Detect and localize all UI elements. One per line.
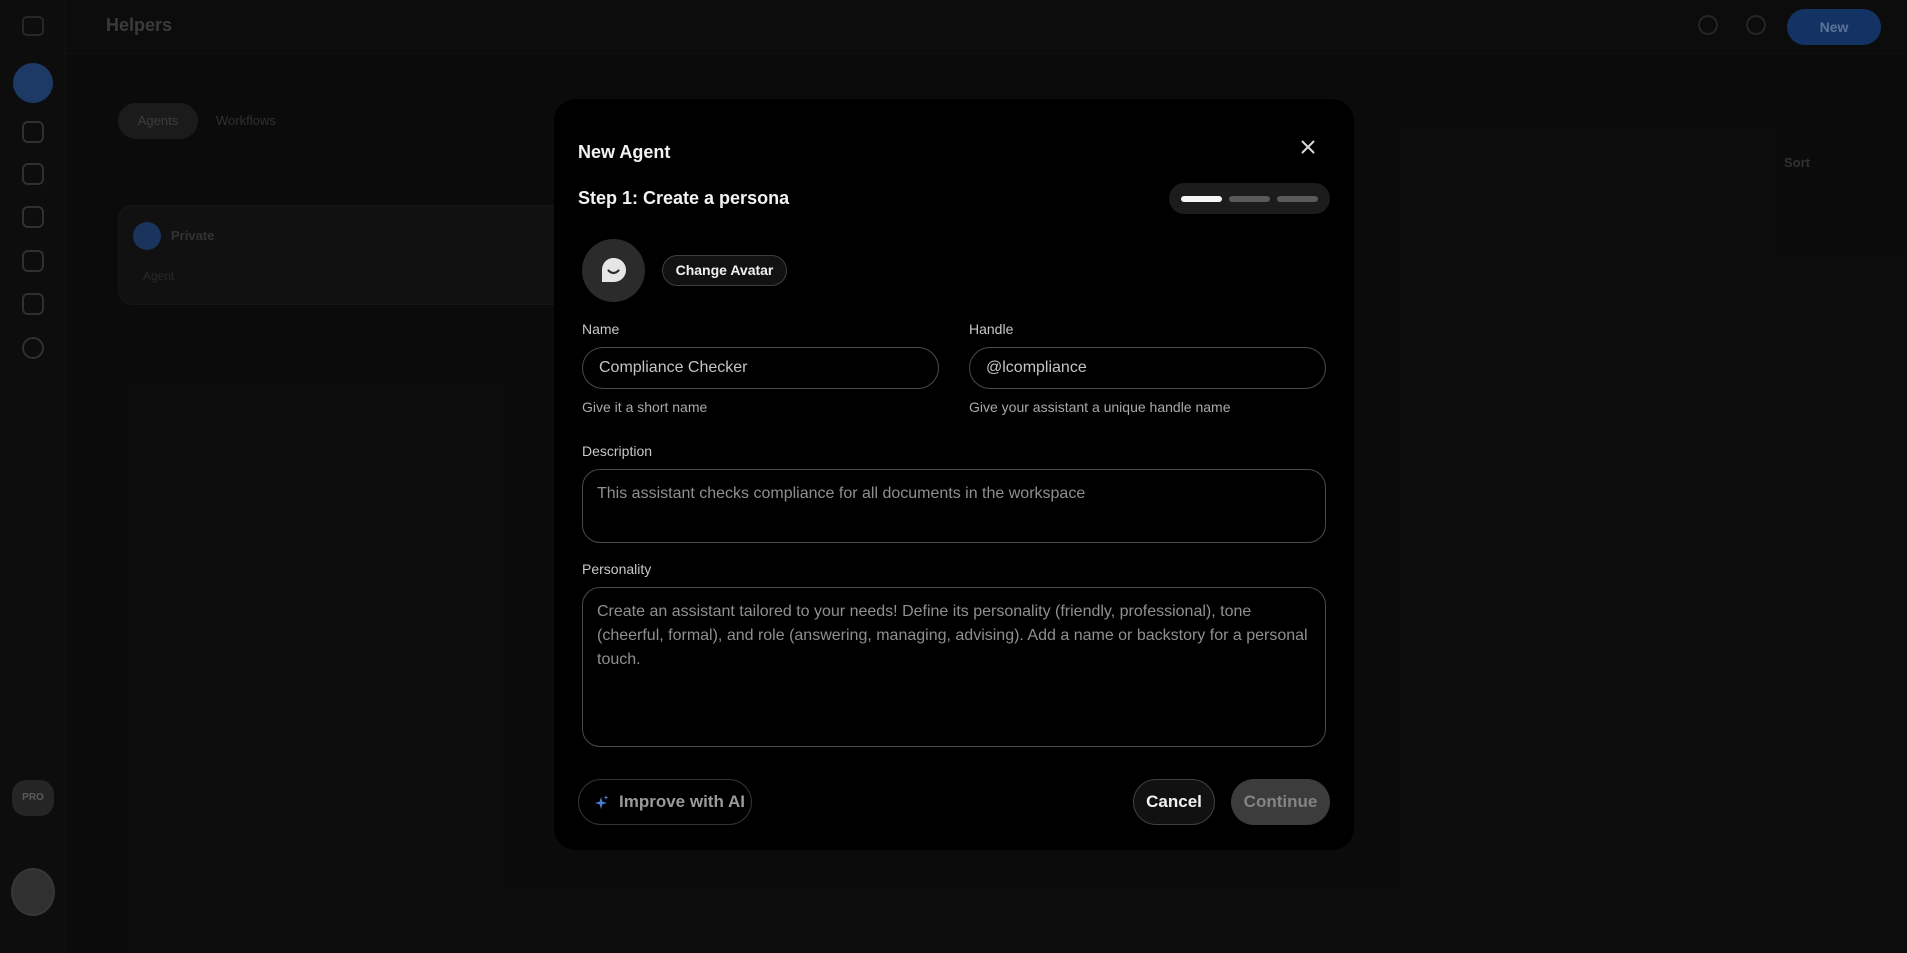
- chat-bubble-icon: [602, 258, 626, 282]
- name-helper-text: Give it a short name: [582, 399, 708, 415]
- name-label: Name: [582, 321, 620, 337]
- name-input[interactable]: Compliance Checker: [582, 347, 939, 389]
- step-indicator-1: [1181, 196, 1222, 202]
- improve-with-ai-button[interactable]: Improve with AI: [578, 779, 752, 825]
- step-title: Step 1: Create a persona: [578, 188, 790, 208]
- improve-with-ai-label: Improve with AI: [619, 792, 745, 811]
- description-label: Description: [582, 443, 653, 459]
- personality-textarea[interactable]: Create an assistant tailored to your nee…: [582, 587, 1326, 747]
- step-indicator-2: [1229, 196, 1270, 202]
- handle-helper-text: Give your assistant a unique handle name: [969, 399, 1231, 415]
- step-progress: [1169, 183, 1330, 214]
- description-textarea[interactable]: This assistant checks compliance for all…: [582, 469, 1326, 543]
- handle-label: Handle: [969, 321, 1014, 337]
- new-agent-modal: New Agent Step 1: Create a persona Chang…: [554, 99, 1354, 850]
- close-icon: [1301, 140, 1315, 154]
- handle-input[interactable]: @lcompliance: [969, 347, 1326, 389]
- cancel-button[interactable]: Cancel: [1133, 779, 1215, 825]
- personality-label: Personality: [582, 561, 652, 577]
- continue-button[interactable]: Continue: [1231, 779, 1330, 825]
- close-button[interactable]: [1296, 135, 1320, 159]
- modal-title: New Agent: [578, 142, 671, 162]
- agent-avatar-preview: [582, 239, 645, 302]
- step-indicator-3: [1277, 196, 1318, 202]
- sparkle-icon: [595, 795, 609, 809]
- change-avatar-button[interactable]: Change Avatar: [662, 255, 787, 286]
